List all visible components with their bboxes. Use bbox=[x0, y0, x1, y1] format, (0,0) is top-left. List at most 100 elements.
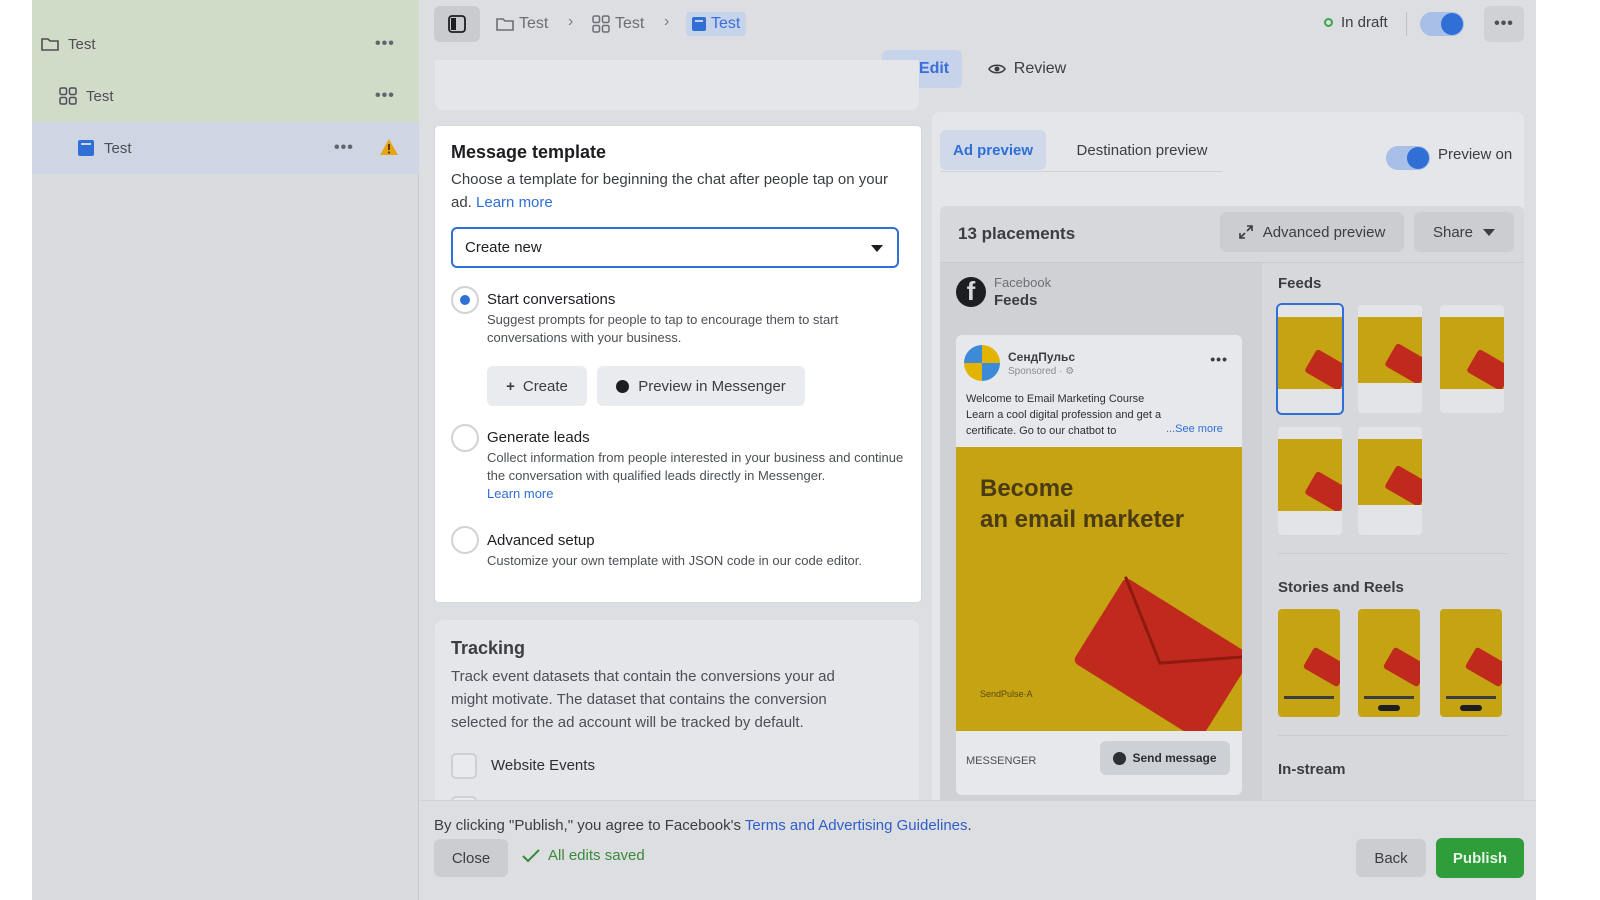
tree-item-ad[interactable]: Test ••• bbox=[32, 122, 419, 174]
eye-icon bbox=[987, 64, 1006, 74]
option-description: Collect information from people interest… bbox=[487, 450, 904, 501]
section-title-instream: In-stream bbox=[1278, 761, 1346, 778]
campaign-tree: Test ••• Test ••• Test ••• bbox=[32, 0, 419, 900]
terms-link[interactable]: Terms and Advertising Guidelines bbox=[745, 817, 968, 834]
footer-bar: By clicking "Publish," you agree to Face… bbox=[420, 800, 1536, 900]
radio-start-conversations[interactable] bbox=[451, 286, 479, 314]
plus-icon: + bbox=[506, 377, 515, 395]
warning-icon bbox=[379, 138, 399, 160]
caret-down-icon bbox=[1483, 228, 1496, 236]
grid-icon bbox=[592, 15, 610, 33]
more-options-button[interactable]: ••• bbox=[1484, 6, 1524, 42]
folder-icon bbox=[496, 16, 514, 32]
close-button[interactable]: Close bbox=[434, 839, 508, 877]
story-thumbnail[interactable] bbox=[1358, 609, 1420, 717]
story-thumbnail[interactable] bbox=[1278, 609, 1340, 717]
tab-label: Edit bbox=[918, 60, 950, 77]
previous-section-card bbox=[435, 60, 919, 110]
checkbox-label: Website Events bbox=[491, 757, 595, 774]
section-title: Tracking bbox=[451, 638, 526, 658]
chevron-right-icon: › bbox=[568, 13, 574, 30]
learn-more-link[interactable]: Learn more bbox=[487, 486, 553, 501]
tab-underline bbox=[940, 171, 1222, 172]
placement-name: Feeds bbox=[994, 292, 1038, 309]
create-button[interactable]: + Create bbox=[487, 366, 587, 406]
back-button[interactable]: Back bbox=[1356, 839, 1426, 877]
caret-down-icon bbox=[871, 245, 883, 252]
save-status: All edits saved bbox=[522, 847, 645, 864]
divider bbox=[1278, 553, 1508, 554]
tree-item-adset[interactable]: Test ••• bbox=[32, 70, 419, 122]
app-window: Test ••• Test ••• Test ••• Test › Test ›… bbox=[32, 0, 1536, 900]
more-icon[interactable]: ••• bbox=[375, 87, 395, 105]
radio-generate-leads[interactable] bbox=[451, 424, 479, 452]
tree-item-campaign[interactable]: Test ••• bbox=[32, 18, 419, 70]
advanced-preview-button[interactable]: Advanced preview bbox=[1220, 212, 1404, 252]
tree-item-label: Test bbox=[68, 35, 96, 53]
breadcrumb-ad[interactable]: Test bbox=[686, 12, 747, 36]
tab-ad-preview[interactable]: Ad preview bbox=[940, 130, 1046, 170]
sponsored-label: Sponsored · ⚙ bbox=[1008, 365, 1075, 377]
section-title: Message template bbox=[451, 142, 607, 162]
section-title-feeds: Feeds bbox=[1278, 275, 1322, 292]
preview-toggle-row: Preview on bbox=[1386, 146, 1513, 170]
placement-thumbnail[interactable] bbox=[1440, 305, 1504, 413]
more-icon[interactable]: ••• bbox=[334, 139, 354, 157]
preview-in-messenger-button[interactable]: Preview in Messenger bbox=[597, 366, 805, 406]
radio-advanced-setup[interactable] bbox=[451, 526, 479, 554]
messenger-icon bbox=[616, 379, 630, 393]
ad-icon bbox=[76, 138, 96, 158]
option-title: Advanced setup bbox=[487, 532, 595, 549]
placement-thumbnail[interactable] bbox=[1358, 427, 1422, 535]
expand-icon bbox=[1238, 225, 1253, 239]
tree-item-label: Test bbox=[86, 87, 114, 105]
placement-thumbnail[interactable] bbox=[1358, 305, 1422, 413]
check-icon bbox=[522, 848, 540, 862]
ad-preview-area: f Facebook Feeds СендПульс Sponsored · ⚙ bbox=[940, 263, 1262, 812]
preview-toggle[interactable] bbox=[1386, 146, 1430, 170]
share-button[interactable]: Share bbox=[1414, 212, 1514, 252]
see-more-link: ...See more bbox=[1166, 423, 1223, 435]
breadcrumb-adset[interactable]: Test bbox=[592, 12, 644, 36]
folder-icon bbox=[40, 34, 60, 54]
more-icon: ••• bbox=[1210, 351, 1228, 367]
template-select[interactable]: Create new bbox=[451, 227, 899, 268]
toggle-sidebar-button[interactable] bbox=[434, 6, 480, 42]
divider bbox=[1278, 735, 1508, 736]
grid-icon bbox=[58, 86, 78, 106]
facebook-logo-icon: f bbox=[956, 277, 986, 307]
terms-notice: By clicking "Publish," you agree to Face… bbox=[434, 817, 972, 834]
option-title: Start conversations bbox=[487, 291, 616, 308]
publish-button[interactable]: Publish bbox=[1436, 838, 1524, 878]
preview-on-label: Preview on bbox=[1438, 146, 1513, 163]
status-label: In draft bbox=[1341, 14, 1388, 31]
website-events-checkbox[interactable] bbox=[451, 753, 477, 779]
messenger-icon bbox=[1113, 751, 1127, 765]
tracking-card: Tracking Track event datasets that conta… bbox=[435, 620, 919, 822]
post-header: СендПульс Sponsored · ⚙ bbox=[964, 345, 1075, 381]
breadcrumb-campaign[interactable]: Test bbox=[496, 12, 548, 36]
placement-thumbnail[interactable] bbox=[1278, 305, 1342, 413]
section-title-stories: Stories and Reels bbox=[1278, 579, 1404, 596]
message-template-card: Message template Choose a template for b… bbox=[435, 126, 921, 602]
placements-panel: 13 placements Advanced preview Share f F… bbox=[940, 206, 1524, 812]
placements-count: 13 placements bbox=[958, 224, 1076, 243]
draft-toggle[interactable] bbox=[1420, 12, 1464, 36]
top-bar: Test › Test › Test In draft ••• bbox=[420, 0, 1536, 48]
section-description: Choose a template for beginning the chat… bbox=[451, 171, 888, 211]
brand-mark: SendPulse·A bbox=[980, 689, 1033, 699]
tab-review[interactable]: Review bbox=[982, 50, 1072, 88]
status-dot-icon bbox=[1324, 18, 1333, 27]
page-name: СендПульс bbox=[1008, 349, 1076, 364]
learn-more-link[interactable]: Learn more bbox=[476, 194, 553, 211]
ad-creative-image: Become an email marketer SendPulse·A bbox=[956, 447, 1242, 731]
option-title: Generate leads bbox=[487, 429, 590, 446]
placement-thumbnail[interactable] bbox=[1278, 427, 1342, 535]
option-description: Suggest prompts for people to tap to enc… bbox=[487, 312, 839, 345]
section-description: Track event datasets that contain the co… bbox=[451, 668, 835, 731]
tab-destination-preview[interactable]: Destination preview bbox=[1062, 130, 1222, 170]
story-thumbnail[interactable] bbox=[1440, 609, 1502, 717]
sidebar-icon bbox=[448, 15, 466, 33]
more-icon[interactable]: ••• bbox=[375, 35, 395, 53]
select-value: Create new bbox=[465, 239, 542, 256]
